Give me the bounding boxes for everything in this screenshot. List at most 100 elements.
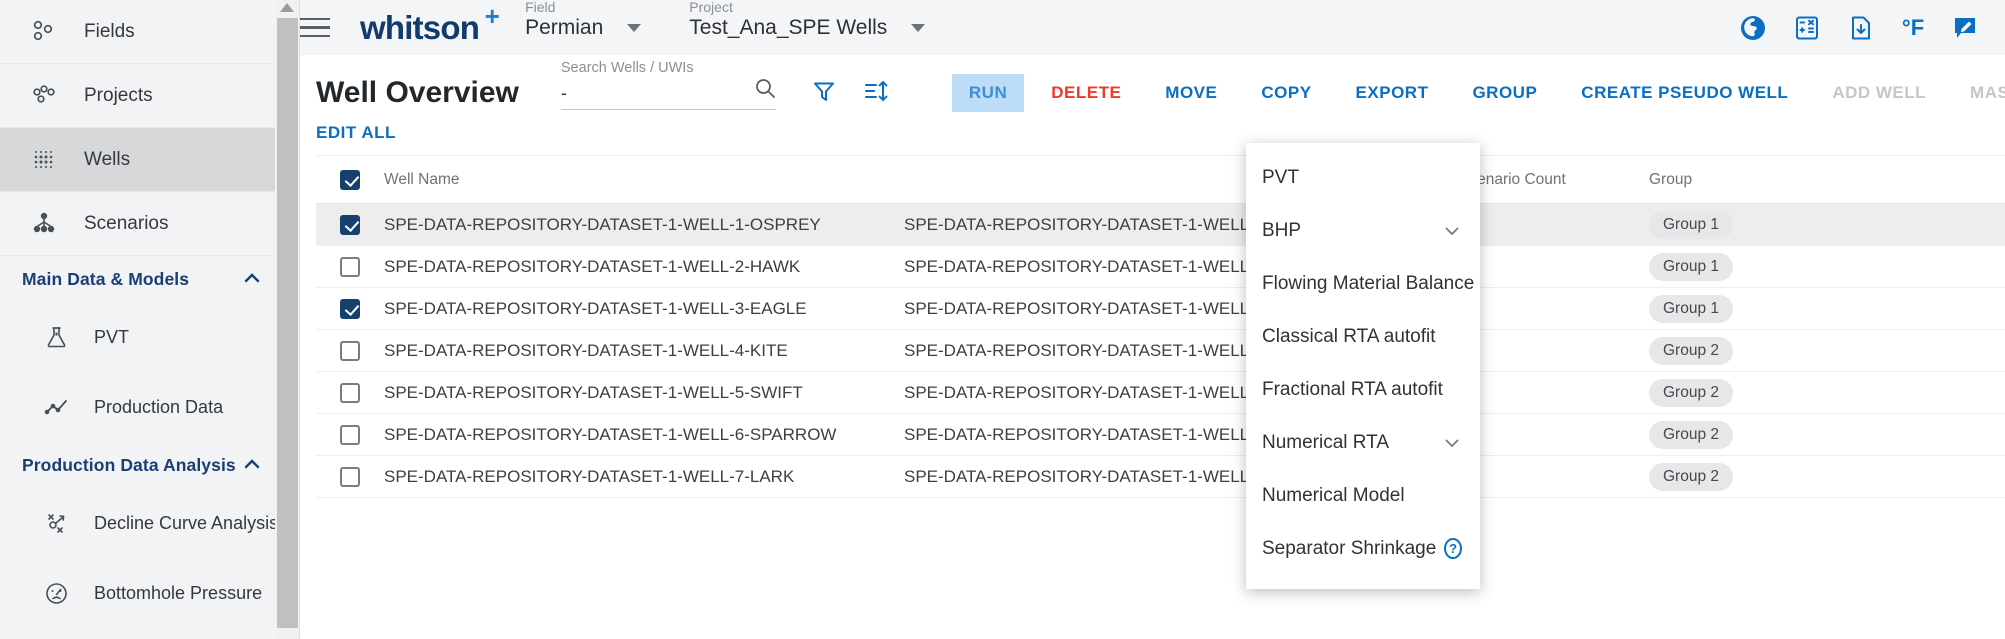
table-row[interactable]: SPE-DATA-REPOSITORY-DATASET-1-WELL-7-LAR… — [316, 456, 2005, 498]
row-checkbox[interactable] — [340, 424, 360, 445]
globe-icon[interactable] — [1740, 15, 1766, 41]
mass-upload-button: MASS UPLOAD — [1970, 83, 2005, 102]
menu-item-label: Flowing Material Balance — [1262, 272, 1475, 294]
help-icon[interactable]: ? — [1444, 538, 1462, 559]
menu-item-numerical-model[interactable]: Numerical Model — [1246, 469, 1480, 522]
row-checkbox[interactable] — [340, 340, 360, 361]
sidebar-item-wells[interactable]: Wells — [0, 128, 280, 192]
sort-icon[interactable] — [864, 79, 890, 108]
sidebar-section-production-data-analysis[interactable]: Production Data Analysis — [0, 442, 280, 488]
delete-button[interactable]: DELETE — [1034, 74, 1138, 112]
group-badge: Group 1 — [1649, 252, 1734, 281]
field-selector[interactable]: Field Permian — [525, 0, 642, 40]
copy-button[interactable]: COPY — [1244, 74, 1328, 112]
table-row[interactable]: SPE-DATA-REPOSITORY-DATASET-1-WELL-1-OSP… — [316, 204, 2005, 246]
export-button[interactable]: EXPORT — [1339, 74, 1446, 112]
sidebar-item-label: Bottomhole Pressure — [94, 582, 263, 603]
menu-item-fractional-rta-autofit[interactable]: Fractional RTA autofit — [1246, 363, 1480, 416]
menu-item-flowing-material-balance[interactable]: Flowing Material Balance — [1246, 257, 1480, 310]
cell-well-name: SPE-DATA-REPOSITORY-DATASET-1-WELL-3-EAG… — [384, 298, 807, 318]
add-well-button: ADD WELL — [1832, 83, 1927, 102]
row-checkbox[interactable] — [340, 214, 360, 235]
menu-item-separator-shrinkage[interactable]: Separator Shrinkage ? — [1246, 522, 1480, 575]
sidebar-item-label: Decline Curve Analysis — [94, 512, 279, 533]
group-badge: Group 2 — [1649, 378, 1734, 407]
sidebar-section-title: Production Data Analysis — [22, 454, 236, 475]
row-checkbox-cell — [316, 214, 384, 235]
calculator-icon[interactable] — [1794, 15, 1820, 41]
menu-item-bhp[interactable]: BHP — [1246, 204, 1480, 257]
table-row[interactable]: SPE-DATA-REPOSITORY-DATASET-1-WELL-5-SWI… — [316, 372, 2005, 414]
group-badge: Group 1 — [1649, 210, 1734, 239]
sidebar-item-bottomhole-pressure[interactable]: Bottomhole Pressure — [0, 558, 280, 628]
row-checkbox[interactable] — [340, 256, 360, 277]
scrollbar-thumb[interactable] — [277, 18, 298, 628]
table-row[interactable]: SPE-DATA-REPOSITORY-DATASET-1-WELL-2-HAW… — [316, 246, 2005, 288]
create-pseudo-well-button[interactable]: CREATE PSEUDO WELL — [1564, 74, 1805, 112]
table-row[interactable]: SPE-DATA-REPOSITORY-DATASET-1-WELL-6-SPA… — [316, 414, 2005, 456]
row-checkbox[interactable] — [340, 382, 360, 403]
cell-scenario-count: 0 — [1459, 425, 1649, 445]
menu-item-label: PVT — [1262, 166, 1299, 188]
cell-well-name: SPE-DATA-REPOSITORY-DATASET-1-WELL-4-KIT… — [384, 340, 788, 360]
row-checkbox-cell — [316, 382, 384, 403]
sidebar-section-main-data-models[interactable]: Main Data & Models — [0, 256, 280, 302]
whitson-logo: whitson + — [360, 1, 500, 47]
group-button[interactable]: GROUP — [1455, 74, 1554, 112]
hamburger-icon[interactable] — [300, 17, 334, 38]
menu-item-label: Fractional RTA autofit — [1262, 378, 1443, 400]
cell-well-name: SPE-DATA-REPOSITORY-DATASET-1-WELL-2-HAW… — [384, 256, 801, 276]
column-header-well-name: Well Name — [384, 170, 460, 188]
note-edit-icon[interactable] — [1952, 15, 1978, 41]
cell-scenario-count: 0 — [1459, 257, 1649, 277]
sidebar-item-decline-curve-analysis[interactable]: Decline Curve Analysis — [0, 488, 280, 558]
chevron-up-icon — [242, 455, 262, 475]
cell-group: Group 2 — [1649, 378, 2005, 407]
scroll-up-arrow-icon[interactable] — [280, 3, 294, 12]
cell-scenario-count: 0 — [1459, 467, 1649, 487]
filter-icon[interactable] — [812, 79, 836, 108]
select-all-checkbox[interactable] — [340, 169, 360, 190]
menu-item-label: BHP — [1262, 219, 1302, 241]
project-selector[interactable]: Project Test_Ana_SPE Wells — [689, 0, 926, 40]
sidebar-item-fields[interactable]: Fields — [0, 0, 280, 64]
move-button[interactable]: MOVE — [1148, 74, 1234, 112]
row-checkbox-cell — [316, 424, 384, 445]
menu-item-label: Numerical Model — [1262, 484, 1405, 506]
chevron-down-icon[interactable] — [627, 23, 642, 32]
line-chart-icon — [36, 395, 76, 420]
flask-icon — [36, 325, 76, 350]
sidebar-item-pvt[interactable]: PVT — [0, 302, 280, 372]
sidebar-item-flowing-material-balance[interactable]: Flowing Material Balance — [0, 628, 280, 639]
select-all-checkbox-cell — [316, 169, 384, 190]
group-badge: Group 1 — [1649, 294, 1734, 323]
menu-item-numerical-rta[interactable]: Numerical RTA — [1246, 416, 1480, 469]
row-checkbox-cell — [316, 340, 384, 361]
search-icon[interactable] — [754, 77, 776, 104]
page-title: Well Overview — [316, 76, 519, 109]
menu-item-pvt[interactable]: PVT — [1246, 151, 1480, 204]
table-row[interactable]: SPE-DATA-REPOSITORY-DATASET-1-WELL-4-KIT… — [316, 330, 2005, 372]
temperature-unit-icon[interactable]: °F — [1902, 15, 1924, 41]
table-row[interactable]: SPE-DATA-REPOSITORY-DATASET-1-WELL-3-EAG… — [316, 288, 2005, 330]
row-checkbox-cell — [316, 466, 384, 487]
file-download-icon[interactable] — [1848, 15, 1874, 41]
group-badge: Group 2 — [1649, 420, 1734, 449]
search-input[interactable] — [560, 82, 731, 104]
sidebar-scrollbar[interactable] — [275, 0, 300, 639]
sidebar-item-production-data[interactable]: Production Data — [0, 372, 280, 442]
menu-item-classical-rta-autofit[interactable]: Classical RTA autofit — [1246, 310, 1480, 363]
sidebar-item-projects[interactable]: Projects — [0, 64, 280, 128]
row-checkbox[interactable] — [340, 466, 360, 487]
chevron-down-icon[interactable] — [911, 23, 926, 32]
scenarios-tree-icon — [22, 211, 66, 237]
menu-item-label: Numerical RTA — [1262, 431, 1390, 453]
run-button[interactable]: RUN — [951, 74, 1025, 112]
cell-group: Group 2 — [1649, 420, 2005, 449]
fields-icon — [22, 19, 66, 45]
project-value: Test_Ana_SPE Wells — [689, 15, 888, 39]
cell-scenario-count: 0 — [1459, 383, 1649, 403]
row-checkbox[interactable] — [340, 298, 360, 319]
wells-grid-icon — [22, 147, 66, 173]
sidebar-item-scenarios[interactable]: Scenarios — [0, 192, 280, 256]
